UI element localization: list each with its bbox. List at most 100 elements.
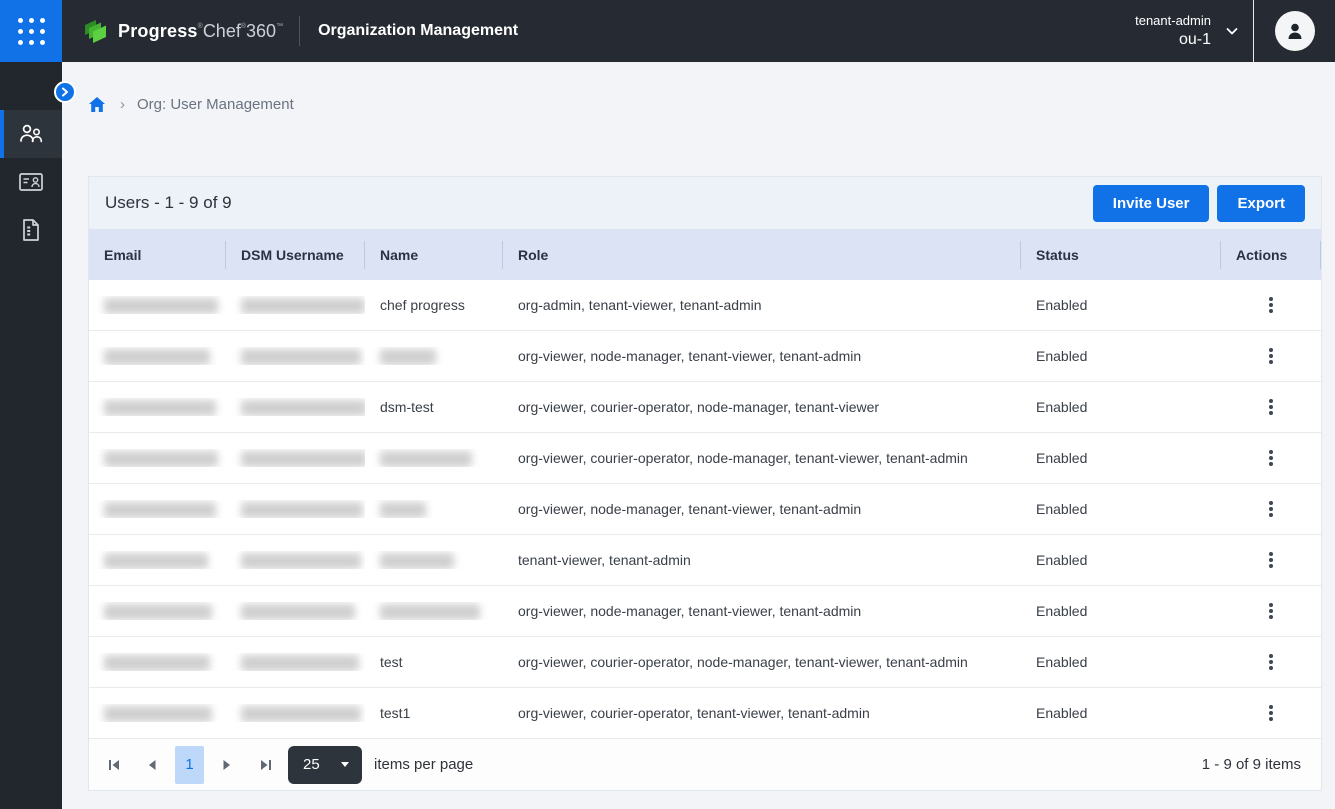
kebab-menu-icon[interactable] [1263,342,1279,370]
user-name: chef progress [380,297,465,313]
kebab-menu-icon[interactable] [1263,648,1279,676]
panel-header: Users - 1 - 9 of 9 Invite User Export [89,177,1321,229]
brand-360-text: 360 [246,21,276,41]
table-row[interactable]: org-viewer, node-manager, tenant-viewer,… [89,586,1321,637]
sidebar-expand-button[interactable] [54,81,76,103]
email-cell [89,347,226,364]
next-page-button[interactable] [212,746,242,784]
table-row[interactable]: dsm-test org-viewer, courier-operator, n… [89,382,1321,433]
status-cell: Enabled [1021,450,1221,466]
email-cell [89,551,226,568]
role-cell: org-viewer, node-manager, tenant-viewer,… [503,501,1021,517]
page-number-button[interactable]: 1 [175,746,204,784]
main-content: › Org: User Management Users - 1 - 9 of … [62,62,1335,809]
kebab-menu-icon[interactable] [1263,291,1279,319]
actions-cell [1221,393,1321,421]
actions-cell [1221,597,1321,625]
prev-page-button[interactable] [137,746,167,784]
progress-logo-icon [84,19,111,44]
actions-cell [1221,291,1321,319]
kebab-menu-icon[interactable] [1263,444,1279,472]
kebab-menu-icon[interactable] [1263,393,1279,421]
status-cell: Enabled [1021,501,1221,517]
chevron-down-icon [1225,24,1239,38]
users-count-title: Users - 1 - 9 of 9 [105,193,232,213]
name-cell [365,602,503,619]
email-cell [89,500,226,517]
redacted-username [241,349,361,365]
role-cell: org-admin, tenant-viewer, tenant-admin [503,297,1021,313]
email-cell [89,704,226,721]
audit-log-icon [20,218,42,242]
reg-mark: ® [198,23,203,30]
kebab-menu-icon[interactable] [1263,495,1279,523]
first-page-button[interactable] [99,746,129,784]
kebab-menu-icon[interactable] [1263,699,1279,727]
sidebar [0,62,62,809]
redacted-username [241,706,361,722]
kebab-menu-icon[interactable] [1263,546,1279,574]
table-row[interactable]: tenant-viewer, tenant-admin Enabled [89,535,1321,586]
header-separator [299,16,300,46]
brand-progress-text: Progress [118,21,198,41]
redacted-email [104,400,216,416]
table-row[interactable]: org-viewer, node-manager, tenant-viewer,… [89,331,1321,382]
column-header-name: Name [365,241,503,269]
column-header-status: Status [1021,241,1221,269]
status-cell: Enabled [1021,603,1221,619]
prev-page-icon [147,759,157,771]
kebab-menu-icon[interactable] [1263,597,1279,625]
table-row[interactable]: org-viewer, node-manager, tenant-viewer,… [89,484,1321,535]
role-cell: org-viewer, courier-operator, node-manag… [503,399,1021,415]
user-name: dsm-test [380,399,434,415]
status-cell: Enabled [1021,654,1221,670]
table-row[interactable]: chef progress org-admin, tenant-viewer, … [89,280,1321,331]
dsm-username-cell [226,500,365,517]
redacted-name [380,451,472,467]
dsm-username-cell [226,398,365,415]
sidebar-item-id-card[interactable] [0,158,62,206]
email-cell [89,653,226,670]
name-cell: chef progress [365,297,503,313]
page-size-dropdown[interactable]: 25 [288,746,362,784]
user-avatar-button[interactable] [1254,11,1335,51]
breadcrumb: › Org: User Management [62,62,1335,118]
items-range-label: 1 - 9 of 9 items [1202,756,1311,773]
table-body: chef progress org-admin, tenant-viewer, … [89,280,1321,739]
caret-down-icon [340,761,350,768]
email-cell [89,602,226,619]
redacted-username [241,502,363,518]
table-row[interactable]: test1 org-viewer, courier-operator, tena… [89,688,1321,739]
column-header-dsm-username: DSM Username [226,241,365,269]
redacted-username [241,451,365,467]
home-icon[interactable] [88,96,106,113]
invite-user-button[interactable]: Invite User [1093,185,1210,222]
redacted-username [241,400,365,416]
table-row[interactable]: org-viewer, courier-operator, node-manag… [89,433,1321,484]
redacted-email [104,655,210,671]
name-cell: test1 [365,705,503,721]
redacted-username [241,298,365,314]
grid-icon [18,18,45,45]
sidebar-item-users[interactable] [0,110,62,158]
status-cell: Enabled [1021,297,1221,313]
pagination-bar: 1 25 items per page 1 - 9 of 9 items [89,739,1321,790]
table-row[interactable]: test org-viewer, courier-operator, node-… [89,637,1321,688]
actions-cell [1221,699,1321,727]
column-header-email: Email [89,241,226,269]
export-button[interactable]: Export [1217,185,1305,222]
redacted-email [104,502,216,518]
items-per-page-label: items per page [374,756,473,773]
email-cell [89,398,226,415]
app-launcher-button[interactable] [0,0,62,62]
last-page-button[interactable] [250,746,280,784]
user-name: test1 [380,705,410,721]
sidebar-item-audit-log[interactable] [0,206,62,254]
name-cell [365,500,503,517]
name-cell [365,551,503,568]
redacted-name [380,553,454,569]
column-header-actions: Actions [1221,241,1321,269]
top-bar-main: Progress®Chef®360™ Organization Manageme… [62,0,1335,62]
tenant-org-menu[interactable]: tenant-admin ou-1 [1135,12,1239,50]
column-header-role: Role [503,241,1021,269]
